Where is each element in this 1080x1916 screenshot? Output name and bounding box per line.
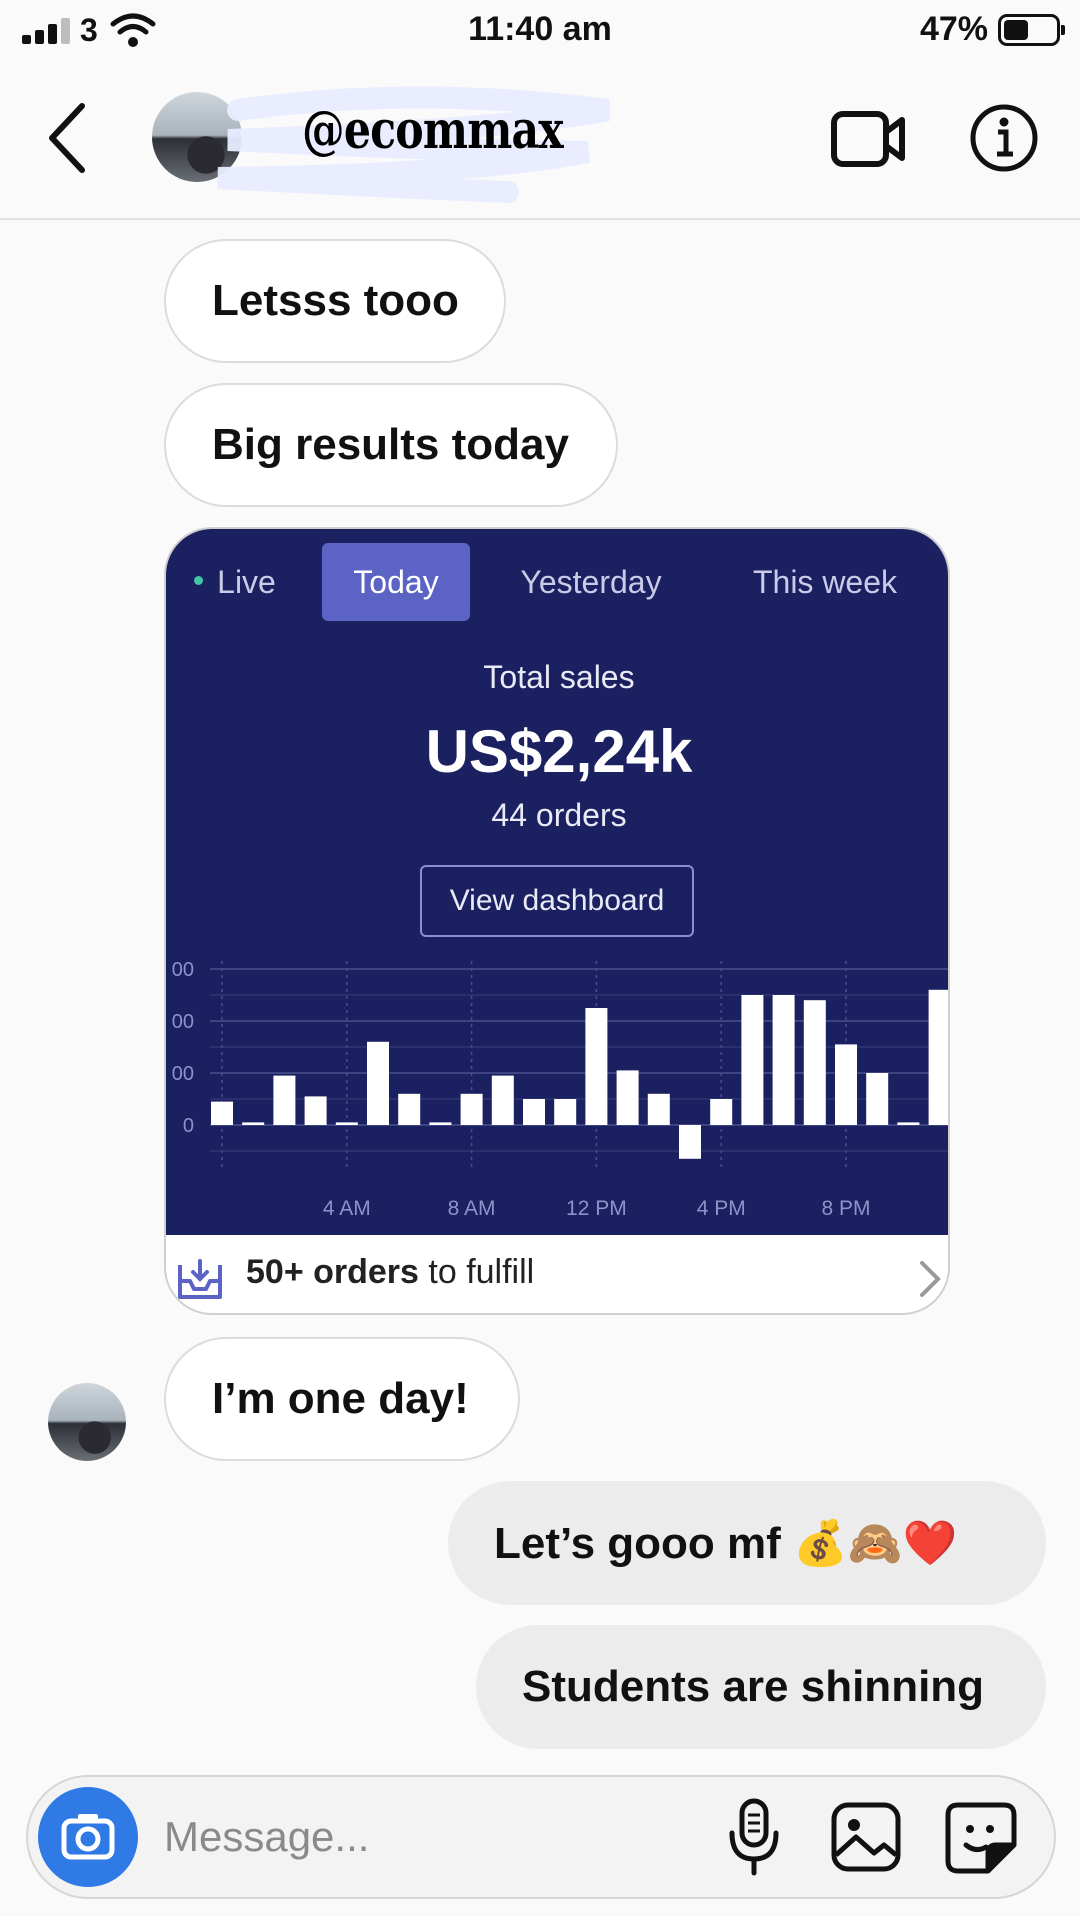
chart-bar: [741, 995, 764, 1125]
camera-icon: [61, 1814, 115, 1860]
chart-bar: [585, 1008, 608, 1125]
microphone-icon[interactable]: [724, 1797, 784, 1877]
contact-username[interactable]: @ecommax: [302, 100, 564, 161]
info-icon[interactable]: [968, 102, 1040, 174]
clock: 11:40 am: [468, 10, 612, 48]
live-dot-icon: [194, 576, 204, 586]
chart-bar: [304, 1096, 327, 1125]
chart-bar: [928, 989, 948, 1125]
y-tick-label: 00: [172, 1011, 194, 1033]
sales-summary-panel: Live Today Yesterday This week Total sal…: [166, 529, 948, 1235]
chart-bar: [523, 1099, 545, 1125]
period-tabs: Live Today Yesterday This week: [166, 543, 948, 621]
contact-avatar-small[interactable]: [48, 1383, 126, 1461]
x-tick-label: 4 PM: [697, 1197, 746, 1220]
inbox-download-icon: [178, 1259, 222, 1299]
chart-bar: [242, 1122, 265, 1125]
image-icon[interactable]: [830, 1801, 902, 1873]
chart-bar: [772, 995, 795, 1125]
battery-percentage: 47%: [919, 10, 988, 48]
tab-today[interactable]: Today: [322, 543, 470, 621]
status-bar: 3 11:40 am 47%: [0, 0, 1080, 62]
sales-bar-chart: 00000004 AM 8 AM 12 PM 4 PM 8 PM: [172, 961, 948, 1220]
chart-bar: [616, 1070, 639, 1125]
back-button[interactable]: [40, 98, 100, 178]
x-tick-label: 4 AM: [323, 1197, 371, 1220]
chart-bar: [647, 1093, 670, 1125]
message-bubble-incoming[interactable]: Big results today: [164, 383, 618, 507]
message-bubble-outgoing[interactable]: Students are shinning: [476, 1625, 1046, 1749]
y-tick-label: 00: [172, 1063, 194, 1085]
fulfill-text: 50+ orders to fulfill: [246, 1253, 535, 1291]
x-tick-label: 8 PM: [821, 1197, 870, 1220]
chart-bar: [211, 1101, 233, 1125]
chart-bar: [835, 1044, 857, 1125]
chart-bar: [866, 1073, 889, 1125]
view-dashboard-button[interactable]: View dashboard: [420, 865, 694, 937]
x-tick-label: 8 AM: [448, 1197, 496, 1220]
chart-bar: [273, 1075, 296, 1125]
battery-icon: [998, 14, 1065, 46]
chart-bar: [398, 1093, 421, 1125]
message-input[interactable]: [164, 1807, 604, 1867]
orders-count: 44 orders: [491, 797, 627, 833]
chart-bar: [710, 1099, 733, 1125]
chart-bar: [491, 1075, 514, 1125]
chart-bar: [429, 1122, 452, 1125]
chart-bar: [460, 1093, 483, 1125]
message-bubble-incoming[interactable]: I’m one day!: [164, 1337, 520, 1461]
tab-this-week[interactable]: This week: [710, 543, 940, 621]
chart-bar: [335, 1122, 358, 1125]
chart-bar: [679, 1125, 701, 1159]
chart-bar: [897, 1122, 920, 1125]
camera-button[interactable]: [38, 1787, 138, 1887]
y-tick-label: 00: [172, 961, 194, 981]
video-camera-icon[interactable]: [830, 108, 906, 170]
message-bubble-incoming[interactable]: Letsss tooo: [164, 239, 506, 363]
chart-bar: [803, 1000, 826, 1125]
chat-header: @ecommax: [0, 62, 1080, 220]
y-tick-label: 0: [183, 1115, 194, 1137]
total-sales-value: US$2,24k: [425, 718, 693, 785]
tab-yesterday[interactable]: Yesterday: [496, 543, 686, 621]
sticker-icon[interactable]: [944, 1801, 1018, 1875]
fulfill-row[interactable]: 50+ orders to fulfill: [166, 1235, 948, 1313]
chevron-right-icon: [920, 1261, 941, 1297]
chart-bar: [554, 1099, 577, 1125]
message-composer: [26, 1775, 1056, 1899]
total-sales-label: Total sales: [483, 659, 635, 695]
message-bubble-outgoing[interactable]: Let’s gooo mf 💰🙈❤️: [448, 1481, 1046, 1605]
chart-bar: [367, 1041, 389, 1125]
x-tick-label: 12 PM: [566, 1197, 627, 1220]
tab-live[interactable]: Live: [180, 543, 290, 621]
shared-sales-card[interactable]: Live Today Yesterday This week Total sal…: [164, 527, 950, 1315]
